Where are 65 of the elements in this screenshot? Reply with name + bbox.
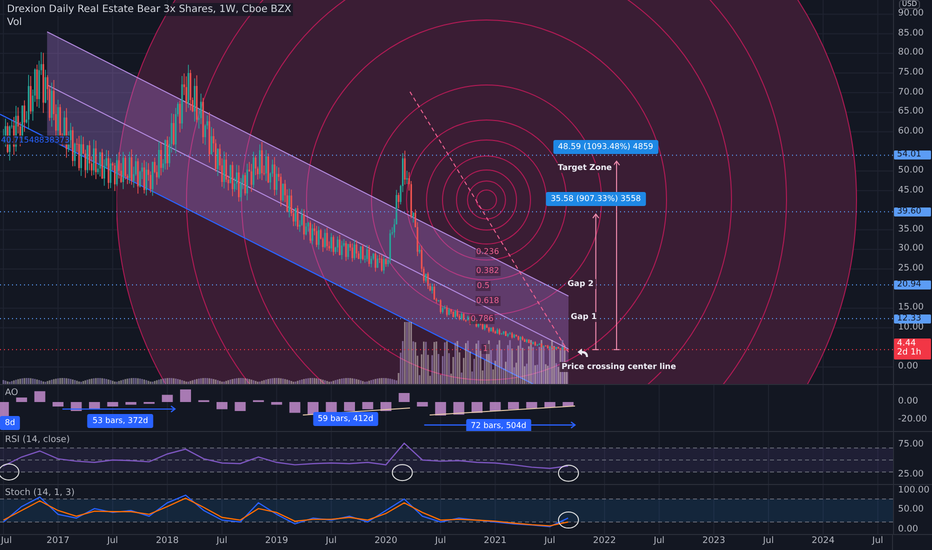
- bar-range-label: 72 bars, 504d: [466, 419, 532, 431]
- time-axis-label: 2019: [265, 537, 288, 546]
- time-axis-label: Jul: [1, 537, 12, 546]
- price-level-tag: 12.33: [894, 314, 931, 324]
- axis-tick-label: 100.00: [898, 486, 930, 496]
- fib-level-label: 0.786: [470, 314, 495, 324]
- axis-tick-label: -20.00: [898, 416, 928, 425]
- axis-tick-label: 65.00: [898, 108, 924, 117]
- price-level-tag: 54.01: [894, 150, 931, 160]
- bar-range-label: 8d: [0, 416, 20, 430]
- axis-tick-label: 30.00: [898, 244, 924, 254]
- axis-tick-label: 90.00: [898, 10, 924, 19]
- time-axis-label: 2020: [374, 537, 398, 546]
- measure-label: 48.59 (1093.48%) 4859: [553, 140, 658, 154]
- chart-title: Drexion Daily Real Estate Bear 3x Shares, 1W, Cboe BZX: [5, 3, 294, 16]
- axis-tick-label: 0.00: [898, 398, 918, 407]
- price-level-tag: 39.60: [894, 207, 931, 216]
- highlight-circle: [558, 464, 579, 482]
- axis-tick-label: 45.00: [898, 186, 924, 196]
- time-axis-label: 2021: [484, 537, 507, 546]
- fib-level-label: 0.382: [475, 266, 500, 276]
- indicator-label: Stoch (14, 1, 3): [5, 488, 75, 498]
- bar-range-label: 59 bars, 412d: [312, 412, 378, 426]
- indicator-label: RSI (14, close): [5, 435, 70, 445]
- fib-level-label: 0.5: [476, 280, 491, 291]
- last-price-tag: 4.44 2d 1h: [894, 338, 931, 360]
- axis-tick-label: 0.00: [898, 362, 918, 372]
- axis-tick-label: 60.00: [898, 127, 924, 136]
- axis-tick-label: 0.00: [898, 525, 918, 534]
- axis-tick-label: 25.00: [898, 470, 924, 480]
- axis-tick-label: 35.00: [898, 225, 924, 234]
- fib-level-label: 0.618: [475, 296, 500, 306]
- axis-tick-label: 75.00: [898, 440, 924, 450]
- axis-tick-label: 15.00: [898, 304, 924, 313]
- time-axis-label: Jul: [216, 537, 228, 546]
- measure-label: 35.58 (907.33%) 3558: [546, 192, 646, 206]
- axis-tick-label: 80.00: [898, 48, 924, 58]
- price-label: 40.71548838373: [1, 136, 70, 145]
- time-axis-label: Jul: [107, 537, 118, 546]
- curved-arrow-icon: [576, 348, 589, 358]
- indicator-label: AO: [5, 388, 18, 398]
- axis-tick-label: 25.00: [898, 264, 924, 274]
- bar-range-label: 53 bars, 372d: [88, 414, 154, 428]
- time-axis-label: Jul: [435, 537, 446, 546]
- axis-tick-label: 70.00: [898, 88, 924, 98]
- time-axis-label: Jul: [326, 537, 337, 546]
- axis-tick-label: 50.00: [898, 506, 924, 515]
- price-level-tag: 20.94: [894, 280, 931, 290]
- fib-level-label: 0.236: [475, 247, 500, 258]
- time-axis-label: Jul: [872, 537, 884, 546]
- time-axis-label: Jul: [763, 537, 774, 546]
- time-axis-label: 2023: [702, 537, 726, 546]
- axis-tick-label: 85.00: [898, 29, 924, 38]
- fib-level-label: 1: [482, 344, 489, 354]
- highlight-circle: [558, 512, 579, 529]
- highlight-circle: [392, 464, 413, 482]
- axis-tick-label: 75.00: [898, 68, 924, 78]
- time-axis-label: 2017: [46, 537, 70, 546]
- time-axis-label: Jul: [544, 537, 556, 546]
- time-axis-label: Jul: [654, 537, 665, 546]
- axis-tick-label: 50.00: [898, 166, 924, 176]
- annotation-text: Gap 1: [568, 312, 599, 322]
- time-axis-label: 2024: [812, 537, 835, 546]
- time-axis-label: 2022: [593, 537, 616, 546]
- time-axis-label: 2018: [156, 537, 179, 546]
